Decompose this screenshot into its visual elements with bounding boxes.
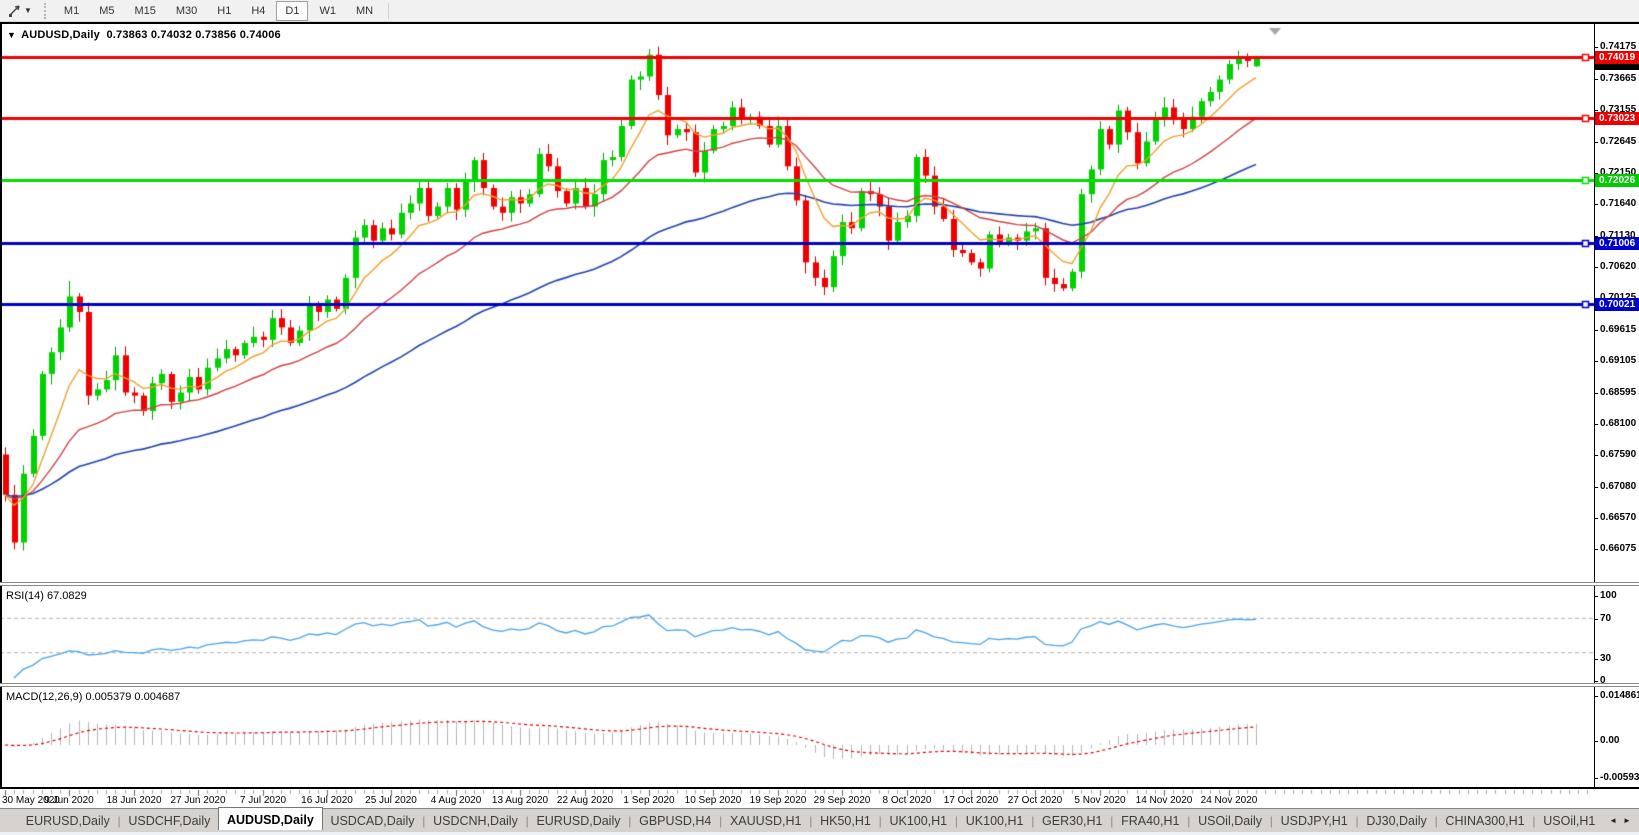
tab-scroll-arrows: ◄► xyxy=(1603,809,1639,832)
timeframe-button-m30[interactable]: M30 xyxy=(167,1,206,21)
timeframe-button-m1[interactable]: M1 xyxy=(55,1,88,21)
date-label: 7 Jul 2020 xyxy=(240,795,286,806)
tab-usoil-daily[interactable]: USOil,Daily xyxy=(1190,809,1269,832)
price-level-badge: 0.71006 xyxy=(1595,237,1639,250)
timeframe-button-d1[interactable]: D1 xyxy=(276,1,308,21)
chart-symbol-label: AUDUSD,Daily xyxy=(21,29,100,41)
price-tick-label: 0.66075 xyxy=(1600,543,1636,555)
date-label: 27 Oct 2020 xyxy=(1008,795,1062,806)
tab-eurusd-daily[interactable]: EURUSD,Daily xyxy=(18,809,118,832)
chart-ohlc-values: 0.73863 0.74032 0.73856 0.74006 xyxy=(106,29,280,41)
macd-scale-label: 0.014861 xyxy=(1600,690,1639,702)
pane-resize-handle-macd[interactable] xyxy=(0,683,1639,687)
timeframe-button-h4[interactable]: H4 xyxy=(242,1,274,21)
price-tick-label: 0.67080 xyxy=(1600,481,1636,493)
timeframe-button-mn[interactable]: MN xyxy=(347,1,382,21)
tab-xauusd-h1[interactable]: XAUUSD,H1 xyxy=(722,809,809,832)
tab-hk50-h1[interactable]: HK50,H1 xyxy=(812,809,878,832)
price-level-badge: 0.72026 xyxy=(1595,174,1639,187)
date-label: 14 Nov 2020 xyxy=(1136,795,1193,806)
pointer-tool-button[interactable]: ▼ xyxy=(3,3,36,18)
timeframe-button-h1[interactable]: H1 xyxy=(208,1,240,21)
toolbar-separator xyxy=(388,3,389,19)
date-label: 24 Nov 2020 xyxy=(1201,795,1258,806)
price-chart-canvas[interactable] xyxy=(0,24,1594,582)
price-tick-label: 0.66570 xyxy=(1600,512,1636,524)
chart-border-left xyxy=(0,22,2,789)
tab-uk100-h1[interactable]: UK100,H1 xyxy=(882,809,955,832)
date-label: 22 Aug 2020 xyxy=(557,795,613,806)
rsi-label: RSI(14) 67.0829 xyxy=(6,590,87,602)
date-label: 25 Jul 2020 xyxy=(365,795,417,806)
price-tick-label: 0.67590 xyxy=(1600,449,1636,461)
macd-scale-label: 0.00 xyxy=(1600,735,1619,747)
price-tick-label: 0.69105 xyxy=(1600,355,1636,367)
tab-scroll-right-icon[interactable]: ► xyxy=(1623,816,1631,825)
macd-label: MACD(12,26,9) 0.005379 0.004687 xyxy=(6,691,180,703)
timeframe-button-w1[interactable]: W1 xyxy=(310,1,345,21)
price-tick-label: 0.71640 xyxy=(1600,198,1636,210)
macd-indicator-canvas[interactable] xyxy=(0,687,1594,787)
tab-fra40-h1[interactable]: FRA40,H1 xyxy=(1113,809,1187,832)
date-label: 29 Sep 2020 xyxy=(814,795,871,806)
date-label: 10 Sep 2020 xyxy=(685,795,742,806)
chart-tab-bar: EURUSD,Daily|USDCHF,DailyAUDUSD,DailyUSD… xyxy=(0,808,1639,832)
time-axis: 30 May 20209 Jun 202018 Jun 202027 Jun 2… xyxy=(0,790,1639,808)
price-tick-label: 0.70620 xyxy=(1600,261,1636,273)
tab-uk100-h1[interactable]: UK100,H1 xyxy=(958,809,1031,832)
timeframe-button-m15[interactable]: M15 xyxy=(125,1,164,21)
chart-border-bottom xyxy=(0,787,1639,789)
date-label: 13 Aug 2020 xyxy=(492,795,548,806)
tab-gbpusd-h4[interactable]: GBPUSD,H4 xyxy=(631,809,719,832)
price-tick-label: 0.68100 xyxy=(1600,418,1636,430)
tab-dj30-daily[interactable]: DJ30,Daily xyxy=(1359,809,1435,832)
pane-resize-handle-rsi[interactable] xyxy=(0,582,1639,586)
date-label: 4 Aug 2020 xyxy=(431,795,482,806)
chart-title: ▼ AUDUSD,Daily 0.73863 0.74032 0.73856 0.… xyxy=(7,29,281,41)
tab-usdcad-daily[interactable]: USDCAD,Daily xyxy=(323,809,423,832)
tab-scroll-left-icon[interactable]: ◄ xyxy=(1609,816,1617,825)
price-level-badge: 0.73023 xyxy=(1595,112,1639,125)
price-tick-label: 0.69615 xyxy=(1600,324,1636,336)
rsi-scale-label: 100 xyxy=(1600,590,1617,602)
pointer-tool-icon xyxy=(7,3,22,18)
date-label: 18 Jun 2020 xyxy=(106,795,161,806)
tab-usdchf-daily[interactable]: USDCHF,Daily xyxy=(121,809,218,832)
date-label: 19 Sep 2020 xyxy=(750,795,807,806)
date-label: 17 Oct 2020 xyxy=(944,795,998,806)
price-level-badge: 0.74019 xyxy=(1595,51,1639,64)
tab-usdcnh-daily[interactable]: USDCNH,Daily xyxy=(425,809,525,832)
timeframe-button-m5[interactable]: M5 xyxy=(90,1,123,21)
price-tick-label: 0.68595 xyxy=(1600,387,1636,399)
rsi-scale-label: 70 xyxy=(1600,613,1611,625)
chevron-down-icon[interactable]: ▼ xyxy=(24,6,32,15)
collapse-triangle-icon[interactable]: ▼ xyxy=(7,30,16,40)
tab-eurusd-daily[interactable]: EURUSD,Daily xyxy=(529,809,629,832)
top-toolbar: ▼ M1M5M15M30H1H4D1W1MN xyxy=(0,0,1639,22)
price-tick-label: 0.72645 xyxy=(1600,136,1636,148)
tab-ger30-h1[interactable]: GER30,H1 xyxy=(1034,809,1110,832)
price-axis: 0.741750.736650.731550.726450.721500.716… xyxy=(1594,24,1639,787)
price-tick-label: 0.73665 xyxy=(1600,73,1636,85)
chart-border-top xyxy=(0,22,1639,24)
tab-usdjpy-h1[interactable]: USDJPY,H1 xyxy=(1273,809,1356,832)
rsi-indicator-canvas[interactable] xyxy=(0,586,1594,683)
toolbar-grip[interactable] xyxy=(44,3,48,19)
tab-china300-h1[interactable]: CHINA300,H1 xyxy=(1438,809,1533,832)
tab-audusd-daily[interactable]: AUDUSD,Daily xyxy=(218,807,323,830)
date-label: 9 Jun 2020 xyxy=(44,795,94,806)
price-level-badge: 0.70021 xyxy=(1595,298,1639,311)
macd-scale-label: -0.005938 xyxy=(1600,772,1639,784)
date-label: 5 Nov 2020 xyxy=(1074,795,1125,806)
date-label: 16 Jul 2020 xyxy=(301,795,353,806)
date-label: 27 Jun 2020 xyxy=(170,795,225,806)
rsi-scale-label: 30 xyxy=(1600,653,1611,665)
date-label: 1 Sep 2020 xyxy=(623,795,674,806)
date-label: 8 Oct 2020 xyxy=(883,795,932,806)
chart-window: ▼ AUDUSD,Daily 0.73863 0.74032 0.73856 0.… xyxy=(0,22,1639,790)
tab-usoil-h1[interactable]: USOil,H1 xyxy=(1536,809,1604,832)
